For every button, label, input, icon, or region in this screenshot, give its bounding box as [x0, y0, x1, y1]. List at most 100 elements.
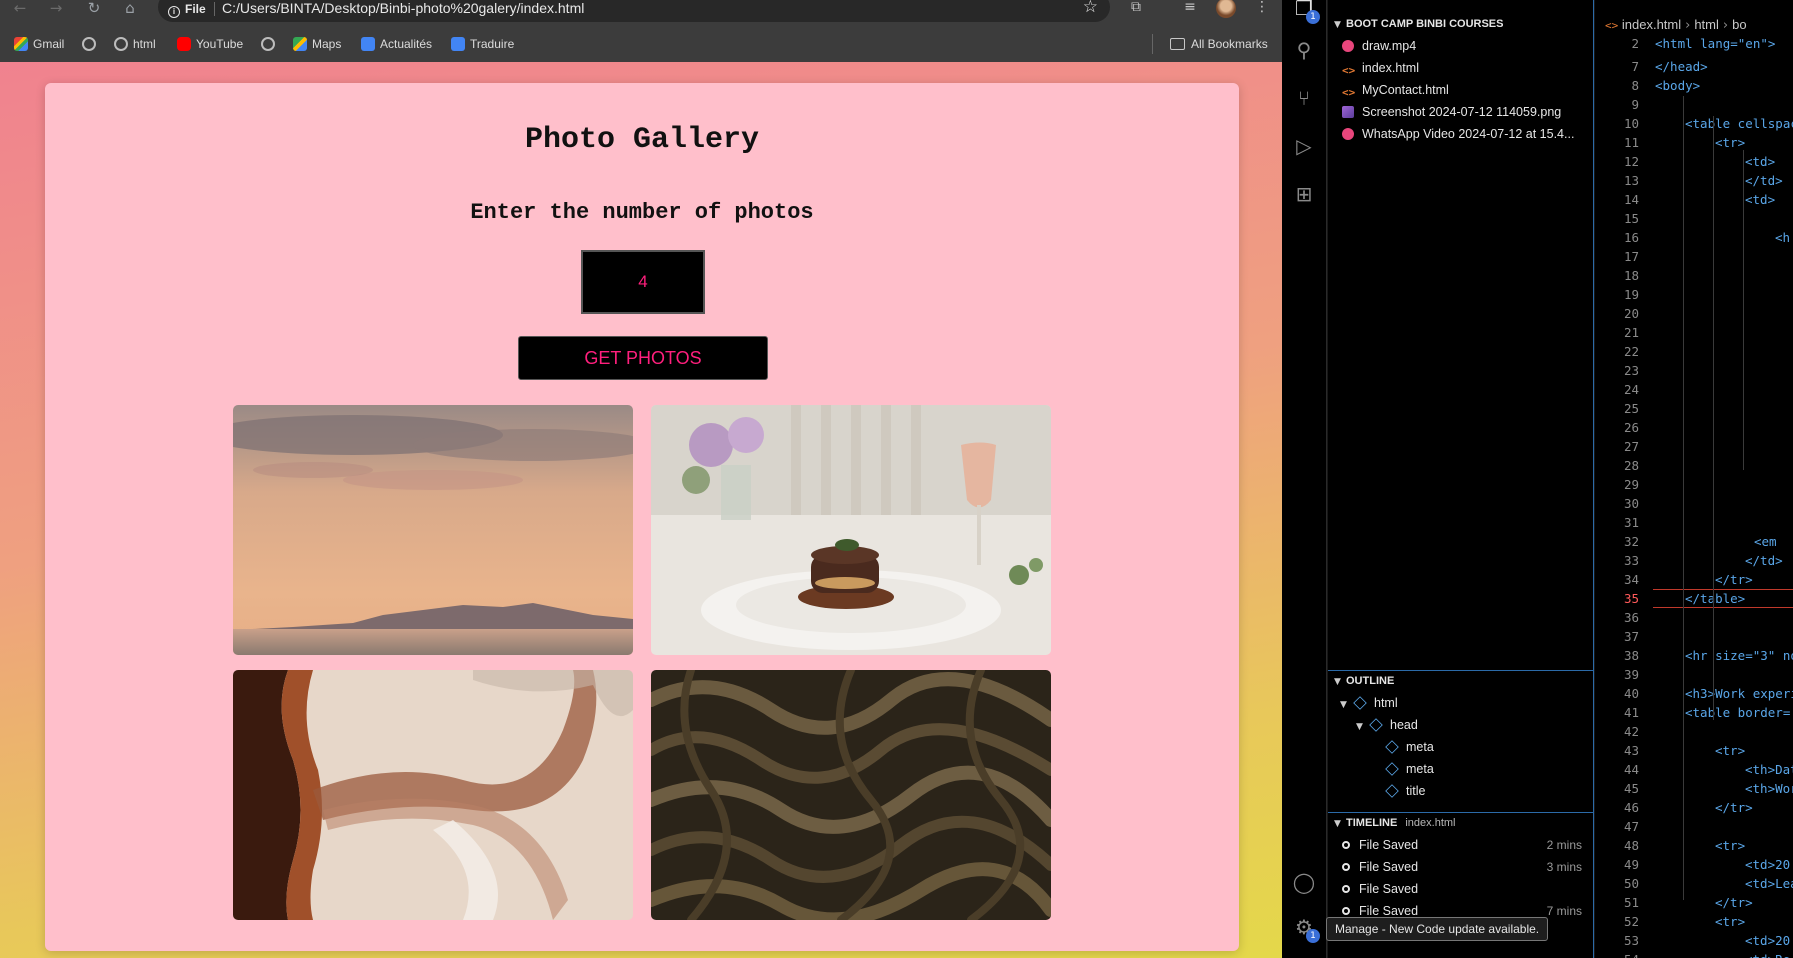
code-line[interactable]: 54 <td>Re: [1595, 950, 1793, 958]
code-line[interactable]: 30: [1595, 494, 1793, 513]
code-line[interactable]: 49 <td>20: [1595, 855, 1793, 874]
reload-icon[interactable]: ↻: [82, 0, 106, 20]
code-line[interactable]: 21: [1595, 323, 1793, 342]
breadcrumb-file[interactable]: index.html: [1622, 17, 1681, 32]
code-line[interactable]: 22: [1595, 342, 1793, 361]
photo-count-input[interactable]: [581, 250, 705, 314]
code-line[interactable]: 43 <tr>: [1595, 741, 1793, 760]
get-photos-button[interactable]: GET PHOTOS: [518, 336, 768, 380]
code-line[interactable]: 14 <td>: [1595, 190, 1793, 209]
code-line[interactable]: 24: [1595, 380, 1793, 399]
timeline-item[interactable]: File Saved: [1342, 879, 1582, 899]
code-line[interactable]: 31: [1595, 513, 1793, 532]
breadcrumb-body[interactable]: bo: [1732, 17, 1746, 32]
bookmark-gmail[interactable]: Gmail: [14, 36, 64, 52]
code-line[interactable]: 23: [1595, 361, 1793, 380]
bookmark-star-icon[interactable]: ☆: [1083, 0, 1098, 16]
code-line[interactable]: 26: [1595, 418, 1793, 437]
back-icon[interactable]: ←: [8, 0, 32, 20]
code-editor[interactable]: <> index.html › html › bo 2 <html lang="en"> 7…: [1595, 0, 1793, 958]
outline-item-head[interactable]: ▼ head: [1356, 715, 1418, 735]
code-line[interactable]: 16 <h: [1595, 228, 1793, 247]
explorer-icon[interactable]: ❐ 1: [1290, 0, 1320, 24]
outline-header[interactable]: ▼ OUTLINE: [1328, 671, 1594, 691]
timeline-header[interactable]: ▼ TIMELINE index.html: [1328, 813, 1594, 833]
site-info-chip[interactable]: i File: [168, 2, 206, 18]
code-line[interactable]: 48 <tr>: [1595, 836, 1793, 855]
code-line[interactable]: 20: [1595, 304, 1793, 323]
explorer-folder-header[interactable]: ▼ BOOT CAMP BINBI COURSES: [1328, 14, 1594, 34]
code-line[interactable]: 38 <hr size="3" no: [1595, 646, 1793, 665]
code-line[interactable]: 39: [1595, 665, 1793, 684]
code-line[interactable]: 18: [1595, 266, 1793, 285]
code-line[interactable]: 27: [1595, 437, 1793, 456]
code-line[interactable]: 46 </tr>: [1595, 798, 1793, 817]
bookmark-globe[interactable]: [82, 36, 101, 52]
outline-item-html[interactable]: ▼ html: [1340, 693, 1398, 713]
code-line[interactable]: 17<: [1595, 247, 1793, 266]
url-text[interactable]: C:/Users/BINTA/Desktop/Binbi-photo%20gal…: [222, 0, 584, 16]
browser-menu-icon[interactable]: ⋮: [1252, 0, 1272, 18]
code-line[interactable]: 44 <th>Dat: [1595, 760, 1793, 779]
code-line[interactable]: 42: [1595, 722, 1793, 741]
code-line[interactable]: 32 <em: [1595, 532, 1793, 551]
manage-badge: 1: [1306, 929, 1320, 943]
bookmark-globe-2[interactable]: [261, 36, 280, 52]
home-icon[interactable]: ⌂: [118, 0, 142, 20]
code-line[interactable]: 36: [1595, 608, 1793, 627]
bookmark-traduire[interactable]: Traduire: [451, 36, 514, 52]
media-control-icon[interactable]: ≡: [1180, 0, 1200, 18]
extensions-icon[interactable]: ⧉: [1126, 0, 1146, 18]
code-line[interactable]: 34 </tr>: [1595, 570, 1793, 589]
code-line[interactable]: 10 <table cellspac: [1595, 114, 1793, 133]
code-line[interactable]: 53 <td>20: [1595, 931, 1793, 950]
outline-item-title[interactable]: title: [1385, 781, 1425, 801]
line-number: 30: [1623, 496, 1639, 511]
code-line[interactable]: 37: [1595, 627, 1793, 646]
code-line[interactable]: 15: [1595, 209, 1793, 228]
file-item[interactable]: <> MyContact.html: [1342, 80, 1449, 100]
code-line[interactable]: 25: [1595, 399, 1793, 418]
code-line[interactable]: 9: [1595, 95, 1793, 114]
code-line[interactable]: 51 </tr>: [1595, 893, 1793, 912]
code-line[interactable]: 11 <tr>: [1595, 133, 1793, 152]
bookmark-youtube[interactable]: YouTube: [177, 36, 243, 52]
manage-gear-icon[interactable]: ⚙ 1: [1290, 913, 1320, 943]
bookmark-html[interactable]: html: [114, 36, 156, 52]
code-line[interactable]: 13 </td>: [1595, 171, 1793, 190]
forward-icon[interactable]: →: [44, 0, 68, 20]
code-line[interactable]: 12 <td>: [1595, 152, 1793, 171]
code-line[interactable]: 2 <html lang="en">: [1595, 34, 1793, 53]
code-line[interactable]: 50 <td>Lea: [1595, 874, 1793, 893]
bookmark-maps[interactable]: Maps: [293, 36, 341, 52]
code-line[interactable]: 29: [1595, 475, 1793, 494]
outline-item-meta[interactable]: meta: [1385, 737, 1434, 757]
timeline-item[interactable]: File Saved 2 mins: [1342, 835, 1582, 855]
code-line[interactable]: 33 </td>: [1595, 551, 1793, 570]
code-line[interactable]: 40 <h3>Work experi: [1595, 684, 1793, 703]
address-bar[interactable]: i File C:/Users/BINTA/Desktop/Binbi-photo…: [158, 0, 1110, 22]
run-debug-icon[interactable]: ▷: [1290, 132, 1318, 160]
file-item[interactable]: draw.mp4: [1342, 36, 1416, 56]
code-line[interactable]: 19: [1595, 285, 1793, 304]
profile-avatar[interactable]: [1216, 0, 1236, 18]
code-line[interactable]: 47: [1595, 817, 1793, 836]
extensions-view-icon[interactable]: ⊞: [1290, 180, 1318, 208]
all-bookmarks[interactable]: All Bookmarks: [1170, 36, 1268, 52]
source-control-icon[interactable]: ⑂: [1290, 84, 1318, 112]
breadcrumb-html[interactable]: html: [1694, 17, 1719, 32]
code-line[interactable]: 28: [1595, 456, 1793, 475]
code-line[interactable]: 8 <body>: [1595, 76, 1793, 95]
bookmark-actualites[interactable]: Actualités: [361, 36, 432, 52]
search-icon[interactable]: ⚲: [1290, 36, 1318, 64]
code-line[interactable]: 45 <th>Wor: [1595, 779, 1793, 798]
file-item[interactable]: WhatsApp Video 2024-07-12 at 15.4...: [1342, 124, 1574, 144]
accounts-icon[interactable]: ◯: [1290, 868, 1318, 896]
code-line[interactable]: 7 </head>: [1595, 57, 1793, 76]
outline-item-meta[interactable]: meta: [1385, 759, 1434, 779]
file-item[interactable]: Screenshot 2024-07-12 114059.png: [1342, 102, 1561, 122]
code-line[interactable]: 41 <table border=: [1595, 703, 1793, 722]
code-line[interactable]: 52 <tr>: [1595, 912, 1793, 931]
timeline-item[interactable]: File Saved 3 mins: [1342, 857, 1582, 877]
file-item[interactable]: <> index.html: [1342, 58, 1419, 78]
